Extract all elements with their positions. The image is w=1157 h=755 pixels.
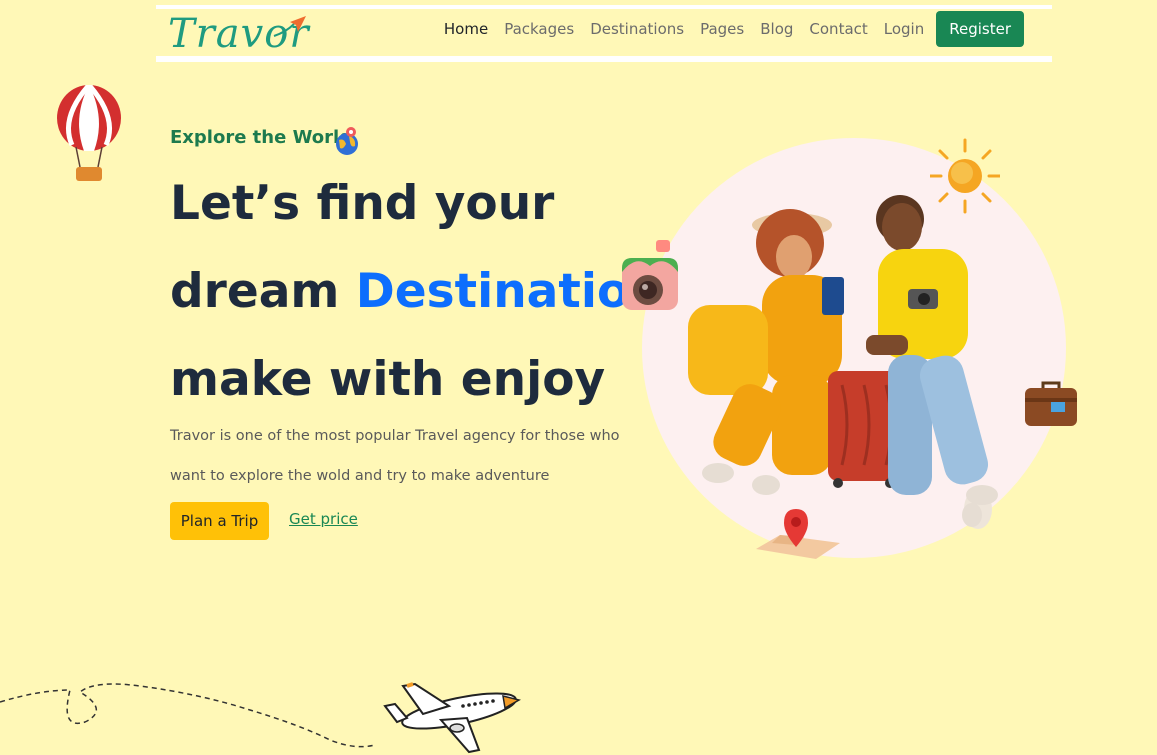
- plan-trip-button[interactable]: Plan a Trip: [170, 502, 269, 540]
- headline-line-3: make with enjoy: [170, 352, 606, 407]
- headline-line-1: Let’s find your: [170, 176, 555, 231]
- nav-links: Home Packages Destinations Pages Blog Co…: [436, 11, 1024, 47]
- nav-home[interactable]: Home: [436, 20, 496, 38]
- map-pin-icon: [756, 509, 840, 559]
- hero-eyebrow: Explore the World: [170, 127, 353, 148]
- hero-description: Travor is one of the most popular Travel…: [170, 428, 620, 484]
- nav-blog[interactable]: Blog: [752, 20, 801, 38]
- flight-path: [0, 683, 376, 748]
- get-price-link[interactable]: Get price: [289, 510, 358, 528]
- nav-pages[interactable]: Pages: [692, 20, 752, 38]
- camera-icon: [622, 240, 678, 310]
- nav-contact[interactable]: Contact: [801, 20, 875, 38]
- suitcase-icon: [1025, 381, 1077, 426]
- nav-destinations[interactable]: Destinations: [582, 20, 692, 38]
- globe-icon: [336, 127, 358, 155]
- register-button[interactable]: Register: [936, 11, 1024, 47]
- airplane-icon: [383, 682, 521, 754]
- navbar: Travor Home Packages Destinations Pages …: [156, 5, 1052, 62]
- nav-packages[interactable]: Packages: [496, 20, 582, 38]
- hot-air-balloon-icon: [57, 85, 121, 181]
- headline-line-2: dream Destination: [170, 248, 663, 336]
- hero-headline: Let’s find your dream Destination make w…: [170, 160, 663, 424]
- headline-accent: Destination: [355, 264, 663, 319]
- travelers-photo: [688, 195, 998, 529]
- paper-plane-icon: [273, 16, 306, 37]
- headline-line-2-prefix: dream: [170, 264, 356, 319]
- nav-login[interactable]: Login: [876, 20, 932, 38]
